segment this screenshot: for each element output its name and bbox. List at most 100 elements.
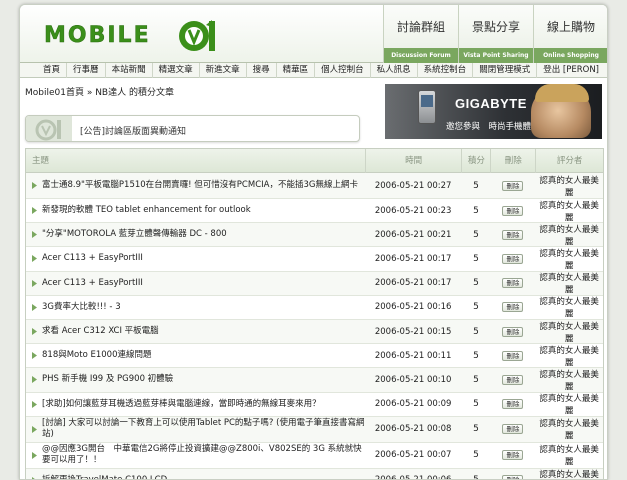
menu-close-admin-mode[interactable]: 關閉管理模式: [472, 62, 536, 78]
table-row: "分享"MOTOROLA 藍芽立體聲傳輸器 DC - 800 2006-05-21…: [26, 223, 603, 248]
topic-link[interactable]: [求助]如何讓藍芽耳機透過藍芽棒與電腦連線，當即時通的無線耳麥來用？: [42, 399, 321, 410]
time-cell: 2006-05-21 00:27: [374, 180, 452, 191]
delete-cell: 刪除: [490, 253, 535, 264]
header-topic[interactable]: 主題: [26, 149, 365, 173]
menu-calendar[interactable]: 行事曆: [66, 62, 105, 78]
page-frame: MOBILE 討論群組 Discussion Forum 景點分享 Vista …: [19, 4, 608, 480]
topic-link[interactable]: @@因應3G開台 中華電信2G將停止投資擴建@@Z800i、V802SE的 3G…: [42, 444, 365, 466]
arrow-right-icon: [32, 400, 37, 408]
time-cell: 2006-05-21 00:17: [374, 278, 452, 289]
rater-cell[interactable]: 認真的女人最美麗: [535, 247, 603, 271]
announcement-link[interactable]: [公告]討論區版面異動通知: [80, 124, 186, 137]
topic-link[interactable]: 818與Moto E1000連線問題: [42, 350, 152, 361]
rater-cell[interactable]: 認真的女人最美麗: [535, 344, 603, 368]
score-cell: 5: [473, 374, 479, 385]
delete-button[interactable]: 刪除: [502, 278, 524, 289]
table-row: 求看 Acer C312 XCI 平板電腦 2006-05-21 00:15 5 刪除…: [26, 319, 603, 345]
delete-button[interactable]: 刪除: [502, 229, 524, 240]
menu-highlights[interactable]: 精華區: [275, 62, 315, 78]
mobile01-watermark-icon: [26, 116, 72, 141]
topic-cell: Acer C113 + EasyPortIII: [26, 253, 365, 264]
time-cell: 2006-05-21 00:10: [374, 374, 452, 385]
banner-brand: GIGABYTE: [455, 96, 527, 111]
rater-cell[interactable]: 認真的女人最美麗: [535, 417, 603, 441]
breadcrumb[interactable]: Mobile01首頁 » NB達人 的積分文章: [25, 85, 174, 98]
delete-button[interactable]: 刪除: [502, 374, 524, 385]
delete-button[interactable]: 刪除: [502, 399, 524, 410]
delete-button[interactable]: 刪除: [502, 424, 524, 435]
menu-admin-cp[interactable]: 系統控制台: [416, 62, 473, 78]
delete-cell: 刪除: [490, 450, 535, 461]
topic-cell: @@因應3G開台 中華電信2G將停止投資擴建@@Z800i、V802SE的 3G…: [26, 444, 365, 466]
topic-link[interactable]: 求看 Acer C312 XCI 平板電腦: [42, 326, 159, 337]
rater-cell[interactable]: 認真的女人最美麗: [535, 223, 603, 247]
delete-button[interactable]: 刪除: [502, 302, 524, 313]
delete-button[interactable]: 刪除: [502, 475, 524, 479]
arrow-right-icon: [32, 207, 37, 215]
tab-label: 討論群組: [396, 20, 445, 34]
tab-discussion-forum[interactable]: 討論群組 Discussion Forum: [383, 5, 458, 63]
tab-online-shopping[interactable]: 線上購物 Online Shopping: [533, 5, 607, 63]
topic-cell: 求看 Acer C312 XCI 平板電腦: [26, 326, 365, 337]
rater-cell[interactable]: 認真的女人最美麗: [535, 320, 603, 344]
gigabyte-ad-banner[interactable]: GIGABYTE 邀您參與 時尚手機體驗會: [385, 84, 602, 139]
mobile01-logo[interactable]: MOBILE: [44, 17, 244, 53]
menu-site-news[interactable]: 本站新聞: [104, 62, 152, 78]
topic-link[interactable]: Acer C113 + EasyPortIII: [42, 278, 143, 289]
topic-link[interactable]: 拆解更換TravelMate C100 LCD: [42, 475, 167, 479]
arrow-right-icon: [32, 425, 37, 433]
topic-link[interactable]: 新發現的軟體 TEO tablet enhancement for outloo…: [42, 205, 251, 216]
topic-link[interactable]: PHS 新手機 I99 及 PG900 初體驗: [42, 374, 173, 385]
time-cell: 2006-05-21 00:07: [374, 450, 452, 461]
menu-search[interactable]: 搜尋: [245, 62, 276, 78]
delete-button[interactable]: 刪除: [502, 253, 524, 264]
topic-link[interactable]: 富士通8.9"平板電腦P1510在台開賣囉! 但可惜沒有PCMCIA，不能插3G…: [42, 180, 358, 191]
tab-vista-point-sharing[interactable]: 景點分享 Vista Point Sharing: [458, 5, 533, 63]
delete-button[interactable]: 刪除: [502, 326, 524, 337]
header-rater[interactable]: 評分者: [535, 148, 603, 173]
delete-button[interactable]: 刪除: [502, 350, 524, 361]
topic-link[interactable]: [討論] 大家可以討論一下教育上可以使用Tablet PC的點子嗎? (使用電子…: [42, 418, 365, 440]
table-header: 主題 時間 積分 刪除 評分者: [26, 148, 603, 173]
rater-cell[interactable]: 認真的女人最美麗: [535, 443, 603, 467]
announcement-box[interactable]: [公告]討論區版面異動通知: [25, 115, 360, 142]
score-cell: 5: [473, 180, 479, 191]
table-row: 818與Moto E1000連線問題 2006-05-21 00:11 5 刪除 認真的…: [26, 344, 603, 369]
score-cell: 5: [473, 253, 479, 264]
delete-cell: 刪除: [490, 424, 535, 435]
rater-cell[interactable]: 認真的女人最美麗: [535, 271, 603, 295]
topic-link[interactable]: Acer C113 + EasyPortIII: [42, 253, 143, 264]
topic-link[interactable]: 3G費率大比較!!! - 3: [42, 302, 121, 313]
rater-cell[interactable]: 認真的女人最美麗: [535, 368, 603, 392]
menu-user-cp[interactable]: 個人控制台: [314, 62, 370, 78]
menu-featured[interactable]: 精選文章: [151, 62, 199, 78]
delete-button[interactable]: 刪除: [502, 180, 524, 191]
rater-cell[interactable]: 認真的女人最美麗: [535, 295, 603, 319]
menu-private-messages[interactable]: 私人訊息: [369, 62, 417, 78]
rater-cell[interactable]: 認真的女人最美麗: [535, 468, 603, 479]
rater-cell[interactable]: 認真的女人最美麗: [535, 174, 603, 198]
time-cell: 2006-05-21 00:16: [374, 302, 452, 313]
menu-logout[interactable]: 登出 [PERON]: [536, 62, 605, 78]
arrow-right-icon: [32, 328, 37, 336]
tab-label: 線上購物: [546, 20, 595, 34]
header-score[interactable]: 積分: [461, 148, 490, 173]
delete-cell: 刪除: [490, 350, 535, 361]
table-row: [求助]如何讓藍芽耳機透過藍芽棒與電腦連線，當即時通的無線耳麥來用？ 2006-0…: [26, 392, 603, 417]
delete-cell: 刪除: [490, 475, 535, 479]
delete-cell: 刪除: [490, 399, 535, 410]
phone-image: [418, 90, 436, 124]
topic-link[interactable]: "分享"MOTOROLA 藍芽立體聲傳輸器 DC - 800: [42, 229, 227, 240]
header-time[interactable]: 時間: [364, 148, 462, 173]
menu-new-posts[interactable]: 新進文章: [198, 62, 246, 78]
time-cell: 2006-05-21 00:06: [365, 475, 462, 479]
delete-button[interactable]: 刪除: [502, 450, 524, 461]
menu-home[interactable]: 首頁: [37, 63, 66, 78]
score-cell: 5: [473, 450, 479, 461]
score-cell: 5: [473, 205, 479, 216]
table-body: 富士通8.9"平板電腦P1510在台開賣囉! 但可惜沒有PCMCIA，不能插3G…: [26, 173, 603, 479]
topic-cell: 富士通8.9"平板電腦P1510在台開賣囉! 但可惜沒有PCMCIA，不能插3G…: [26, 180, 365, 191]
rater-cell[interactable]: 認真的女人最美麗: [535, 392, 603, 416]
delete-button[interactable]: 刪除: [502, 205, 524, 216]
rater-cell[interactable]: 認真的女人最美麗: [535, 199, 603, 223]
